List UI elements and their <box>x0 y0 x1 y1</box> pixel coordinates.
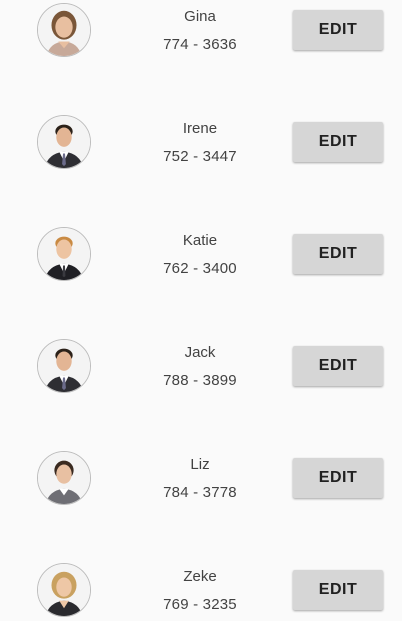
edit-button[interactable]: EDIT <box>293 458 383 498</box>
contact-name: Irene <box>182 120 218 137</box>
contact-info: Liz 784 - 3778 <box>150 448 250 502</box>
avatar <box>37 451 91 505</box>
contact-row: Zeke 769 - 3235 EDIT <box>0 560 402 621</box>
contact-row: Jack 788 - 3899 EDIT <box>0 336 402 406</box>
edit-button[interactable]: EDIT <box>293 346 383 386</box>
contact-phone: 774 - 3636 <box>163 36 237 53</box>
man-avatar-icon <box>38 116 90 168</box>
woman-avatar-icon <box>38 452 90 504</box>
contact-info: Katie 762 - 3400 <box>150 224 250 278</box>
contact-phone: 752 - 3447 <box>163 148 237 165</box>
woman-avatar-icon <box>38 4 90 56</box>
contact-info: Gina 774 - 3636 <box>150 0 250 54</box>
contact-row: Irene 752 - 3447 EDIT <box>0 112 402 182</box>
contact-name: Jack <box>184 344 216 361</box>
contact-phone: 784 - 3778 <box>163 484 237 501</box>
edit-button[interactable]: EDIT <box>293 234 383 274</box>
edit-button[interactable]: EDIT <box>293 570 383 610</box>
contact-row: Liz 784 - 3778 EDIT <box>0 448 402 518</box>
avatar <box>37 3 91 57</box>
contact-list: Gina 774 - 3636 EDIT Irene 752 - 3447 ED… <box>0 0 402 621</box>
contact-phone: 762 - 3400 <box>163 260 237 277</box>
man-avatar-icon <box>38 228 90 280</box>
contact-phone: 769 - 3235 <box>163 596 237 613</box>
contact-name: Katie <box>182 232 218 249</box>
avatar <box>37 115 91 169</box>
contact-row: Katie 762 - 3400 EDIT <box>0 224 402 294</box>
woman-avatar-icon <box>38 564 90 616</box>
contact-name: Liz <box>190 456 210 473</box>
contact-row: Gina 774 - 3636 EDIT <box>0 0 402 70</box>
avatar <box>37 227 91 281</box>
contact-info: Jack 788 - 3899 <box>150 336 250 390</box>
man-avatar-icon <box>38 340 90 392</box>
contact-info: Zeke 769 - 3235 <box>150 560 250 614</box>
avatar <box>37 563 91 617</box>
contact-phone: 788 - 3899 <box>163 372 237 389</box>
edit-button[interactable]: EDIT <box>293 10 383 50</box>
edit-button[interactable]: EDIT <box>293 122 383 162</box>
contact-name: Gina <box>184 8 216 25</box>
contact-info: Irene 752 - 3447 <box>150 112 250 166</box>
avatar <box>37 339 91 393</box>
contact-name: Zeke <box>183 568 217 585</box>
